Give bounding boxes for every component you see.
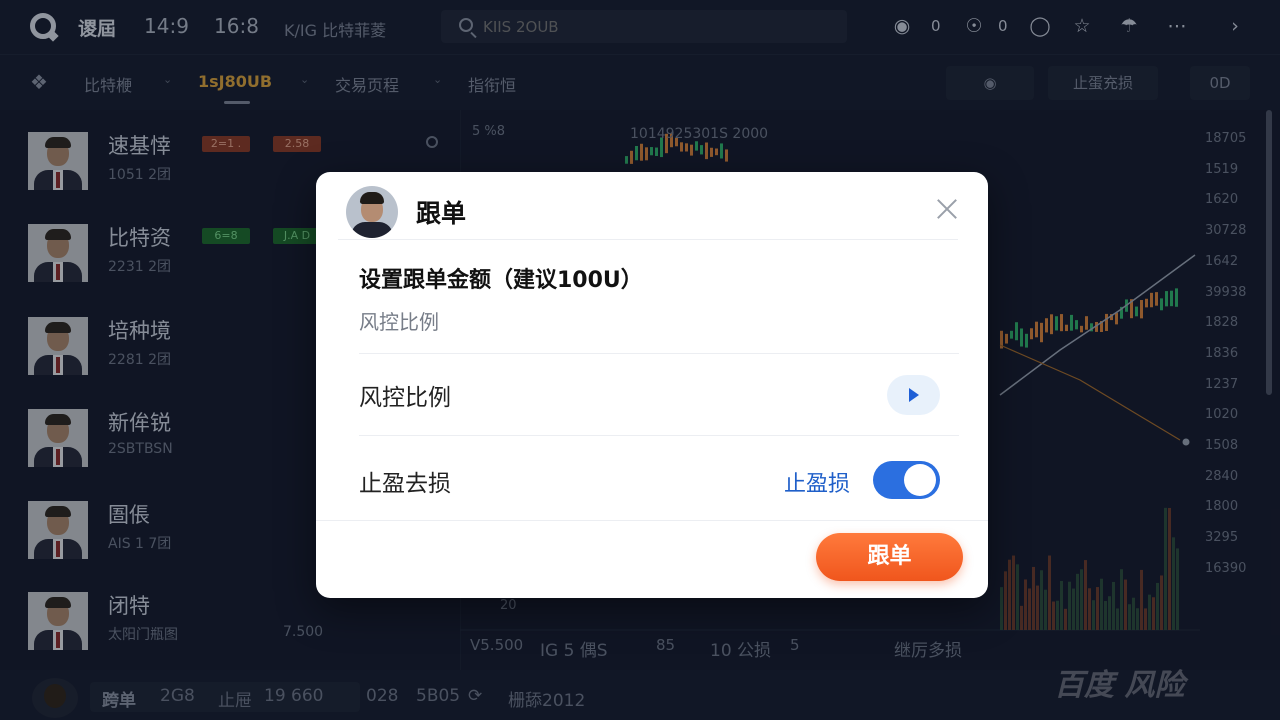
amount-title[interactable]: 设置跟单金额（建议100U） (359, 262, 643, 294)
tpsl-toggle[interactable] (873, 461, 940, 499)
risk-ratio-play-button[interactable] (887, 375, 940, 415)
follow-order-dialog: 跟单 设置跟单金额（建议100U） 风控比例 风控比例 止盈去损 止盈损 跟单 (316, 172, 988, 598)
avatar (346, 186, 398, 238)
divider (338, 239, 958, 240)
follow-order-button[interactable]: 跟单 (816, 533, 963, 581)
dialog-title: 跟单 (416, 199, 467, 228)
divider (359, 353, 959, 354)
divider (316, 520, 988, 521)
tpsl-label: 止盈去损 (359, 471, 451, 497)
toggle-knob (904, 464, 936, 496)
watermark: 百度 风险 (1054, 668, 1185, 703)
tpsl-toggle-label: 止盈损 (784, 472, 851, 497)
close-icon[interactable] (934, 196, 960, 222)
risk-ratio-label: 风控比例 (359, 385, 451, 411)
amount-subtitle: 风控比例 (359, 310, 439, 334)
divider (359, 435, 959, 436)
